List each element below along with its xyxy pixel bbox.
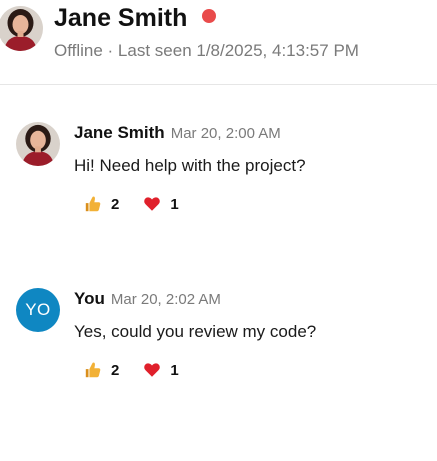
message-author: Jane Smith [74,123,165,142]
message-text: Yes, could you review my code? [74,322,317,341]
reaction-count: 2 [111,361,120,379]
offline-status-dot [202,9,216,23]
reaction-bar: 2 1 [84,359,203,381]
contact-last-seen: Offline · Last seen 1/8/2025, 4:13:57 PM [54,41,359,60]
thumbs-up-icon [85,362,101,378]
message-timestamp: Mar 20, 2:02 AM [110,291,221,308]
message-timestamp: Mar 20, 2:00 AM [170,125,281,142]
user-photo-icon [0,6,43,51]
user-photo-icon [16,122,60,166]
reaction-thumbs-up[interactable]: 2 [84,361,119,379]
reaction-bar: 2 1 [84,193,203,215]
reaction-heart[interactable]: 1 [143,361,179,379]
reaction-count: 2 [111,195,120,213]
message-author: You [74,289,105,308]
heart-icon [144,363,161,377]
reaction-count: 1 [170,195,179,213]
reaction-count: 1 [170,361,179,379]
contact-name: Jane Smith [54,4,188,32]
chat-window: Jane Smith Offline · Last seen 1/8/2025,… [0,0,437,461]
message-text: Hi! Need help with the project? [74,156,306,175]
message-header: Jane Smith Mar 20, 2:00 AM [74,122,281,145]
message-avatar[interactable] [16,122,60,166]
heart-icon [144,197,161,211]
chat-header: Jane Smith Offline · Last seen 1/8/2025,… [0,0,437,85]
message-header: You Mar 20, 2:02 AM [74,288,221,311]
reaction-thumbs-up[interactable]: 2 [84,195,119,213]
contact-avatar[interactable] [0,6,43,51]
thumbs-up-icon [85,196,101,212]
reaction-heart[interactable]: 1 [143,195,179,213]
message-avatar[interactable]: YO [16,288,60,332]
